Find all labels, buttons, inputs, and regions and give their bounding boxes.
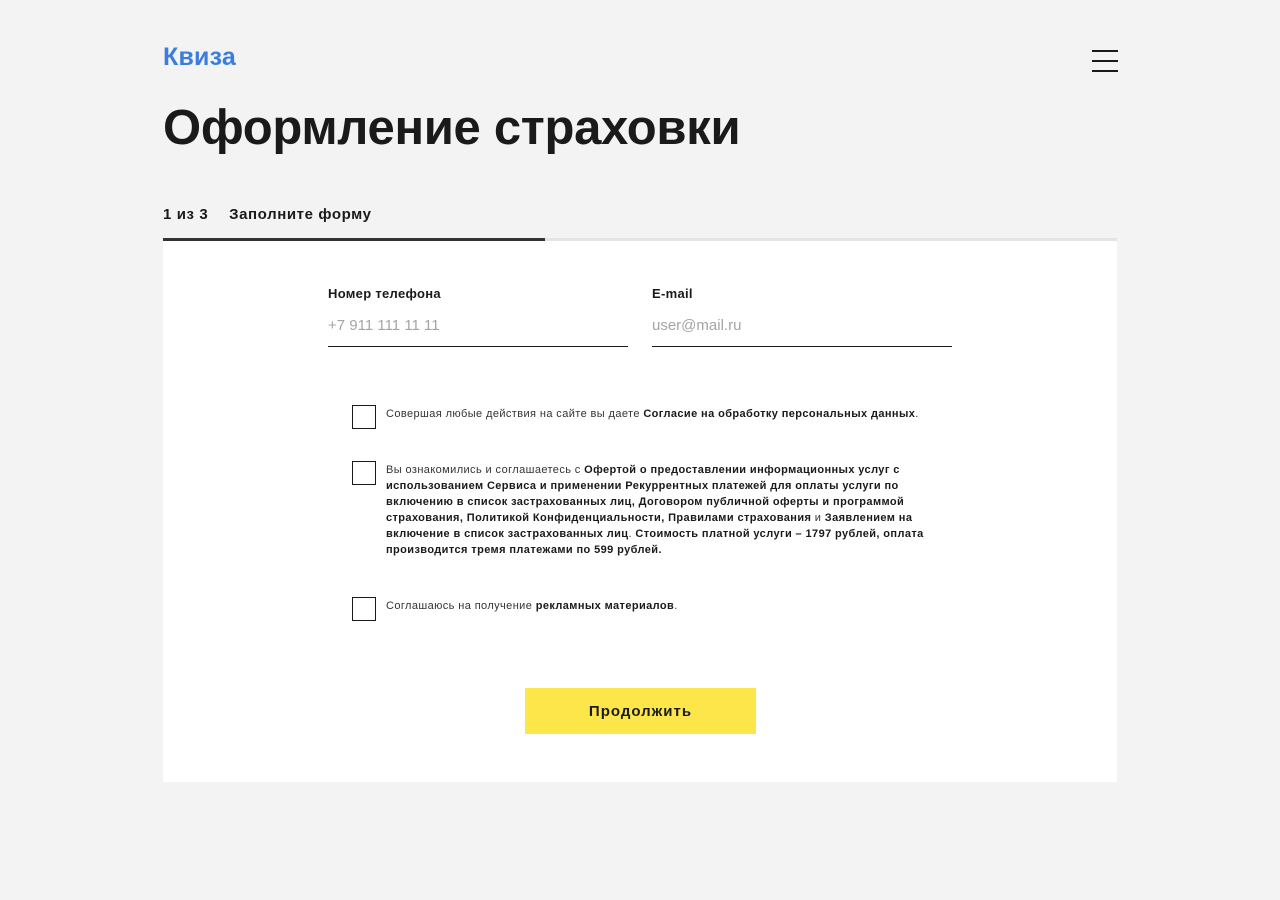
consent-text-fragment: Вы ознакомились и соглашаетесь с [386, 464, 585, 476]
consent-personal-data-text: Совершая любые действия на сайте вы дает… [386, 406, 919, 422]
consent-link[interactable]: Согласие на обработку персональных данны… [643, 408, 915, 420]
email-label: E-mail [652, 286, 693, 301]
consent-link[interactable]: рекламных материалов [536, 600, 674, 612]
consent-marketing-checkbox[interactable] [352, 597, 376, 621]
burger-line [1092, 70, 1118, 72]
phone-field-group: Номер телефона [328, 286, 628, 347]
email-input[interactable] [652, 313, 952, 347]
consent-text-fragment: . [915, 408, 919, 420]
burger-line [1092, 60, 1118, 62]
hamburger-menu-icon[interactable] [1092, 50, 1118, 72]
consent-text-fragment: Соглашаюсь на получение [386, 600, 536, 612]
consent-personal-data: Совершая любые действия на сайте вы дает… [352, 405, 927, 429]
consent-text-fragment: . [674, 600, 678, 612]
consent-personal-data-checkbox[interactable] [352, 405, 376, 429]
consent-marketing: Соглашаюсь на получение рекламных матери… [352, 597, 927, 621]
step-indicator: 1 из 3 Заполните форму [163, 206, 372, 223]
burger-line [1092, 50, 1118, 52]
form-card: Номер телефона E-mail Совершая любые дей… [163, 241, 1117, 782]
consent-text-fragment: Совершая любые действия на сайте вы дает… [386, 408, 644, 420]
consent-text-fragment: и [811, 512, 825, 524]
step-count: 1 из 3 [163, 206, 209, 223]
consent-marketing-text: Соглашаюсь на получение рекламных матери… [386, 598, 678, 614]
consent-offer: Вы ознакомились и соглашаетесь с Офертой… [352, 461, 927, 558]
email-field-group: E-mail [652, 286, 952, 347]
logo-link[interactable]: Квиза [163, 43, 236, 72]
step-label: Заполните форму [229, 206, 372, 223]
consent-offer-checkbox[interactable] [352, 461, 376, 485]
phone-label: Номер телефона [328, 286, 441, 301]
phone-input[interactable] [328, 313, 628, 347]
page-title: Оформление страховки [163, 101, 741, 155]
continue-button[interactable]: Продолжить [525, 688, 756, 734]
consent-offer-text: Вы ознакомились и соглашаетесь с Офертой… [386, 462, 927, 558]
